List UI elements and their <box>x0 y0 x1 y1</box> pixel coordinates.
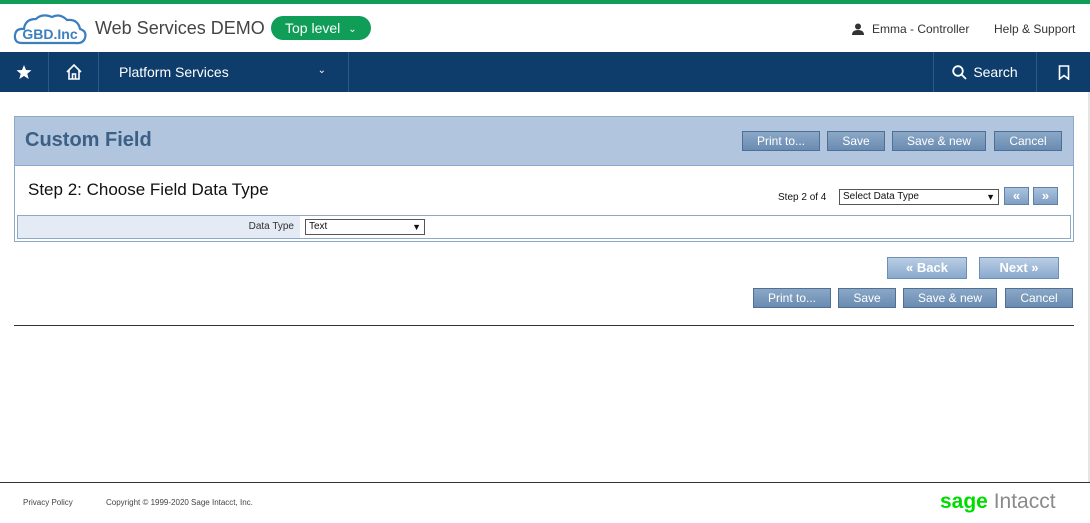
next-step-arrow-button[interactable]: » <box>1033 187 1058 205</box>
user-menu[interactable]: Emma - Controller <box>852 22 969 36</box>
print-to-button[interactable]: Print to... <box>742 131 820 151</box>
wizard-panel-body: Step 2: Choose Field Data Type Step 2 of… <box>14 166 1074 242</box>
platform-services-label: Platform Services <box>119 64 229 80</box>
logo-text: GBD.Inc <box>22 26 77 42</box>
step-title: Step 2: Choose Field Data Type <box>28 180 269 199</box>
back-button[interactable]: « Back <box>887 257 967 279</box>
chevron-down-icon: ▼ <box>412 222 421 232</box>
search-button[interactable]: Search <box>933 52 1037 92</box>
next-button[interactable]: Next » <box>979 257 1059 279</box>
chevron-down-icon: ⌄ <box>348 24 357 35</box>
previous-step-button[interactable]: « <box>1004 187 1029 205</box>
step-indicator: Step 2 of 4 <box>778 192 827 203</box>
custom-field-panel-header: Custom Field Print to... Save Save & new… <box>14 116 1074 166</box>
brand-intacct: Intacct <box>987 490 1056 513</box>
brand-sage: sage <box>940 490 988 513</box>
copyright-text: Copyright © 1999-2020 Sage Intacct, Inc. <box>106 498 253 507</box>
data-type-value: Text <box>309 221 328 232</box>
home-button[interactable] <box>49 52 99 92</box>
cancel-button[interactable]: Cancel <box>994 131 1062 151</box>
data-type-label: Data Type <box>18 216 300 238</box>
home-icon <box>65 63 82 80</box>
chevron-down-icon: ⌄ <box>317 65 326 76</box>
main-navbar: Platform Services ⌄ Search <box>0 52 1090 92</box>
chevron-down-icon: ▼ <box>986 192 995 202</box>
page-footer: Privacy Policy Copyright © 1999-2020 Sag… <box>0 483 1090 523</box>
app-header: GBD.Inc Web Services DEMO Top level ⌄ Emm… <box>0 4 1090 52</box>
platform-services-menu[interactable]: Platform Services ⌄ <box>99 52 349 92</box>
data-type-row: Data Type Text ▼ <box>17 215 1071 239</box>
page-title: Custom Field <box>25 129 152 151</box>
favorites-button[interactable] <box>0 52 49 92</box>
user-icon <box>852 23 864 35</box>
level-label: Top level <box>285 20 341 36</box>
save-button-bottom[interactable]: Save <box>838 288 896 308</box>
company-name: Web Services DEMO <box>95 18 265 38</box>
help-support-link[interactable]: Help & Support <box>994 22 1075 36</box>
user-label: Emma - Controller <box>872 22 970 36</box>
entity-level-dropdown[interactable]: Top level ⌄ <box>271 16 371 40</box>
bookmark-icon <box>1058 64 1069 80</box>
cancel-button-bottom[interactable]: Cancel <box>1005 288 1073 308</box>
save-new-button-bottom[interactable]: Save & new <box>903 288 997 308</box>
sage-intacct-logo: sage Intacct <box>940 490 1056 514</box>
content-divider <box>14 325 1074 326</box>
privacy-policy-link[interactable]: Privacy Policy <box>23 498 73 507</box>
bookmark-button[interactable] <box>1037 52 1090 92</box>
data-type-select[interactable]: Text ▼ <box>305 219 425 235</box>
company-logo[interactable]: GBD.Inc <box>12 11 88 49</box>
search-label: Search <box>973 64 1018 80</box>
star-icon <box>16 65 32 79</box>
step-select[interactable]: Select Data Type ▼ <box>839 189 999 205</box>
step-select-value: Select Data Type <box>843 191 919 202</box>
save-button[interactable]: Save <box>827 131 885 151</box>
print-to-button-bottom[interactable]: Print to... <box>753 288 831 308</box>
search-icon <box>952 64 967 80</box>
save-new-button[interactable]: Save & new <box>892 131 986 151</box>
